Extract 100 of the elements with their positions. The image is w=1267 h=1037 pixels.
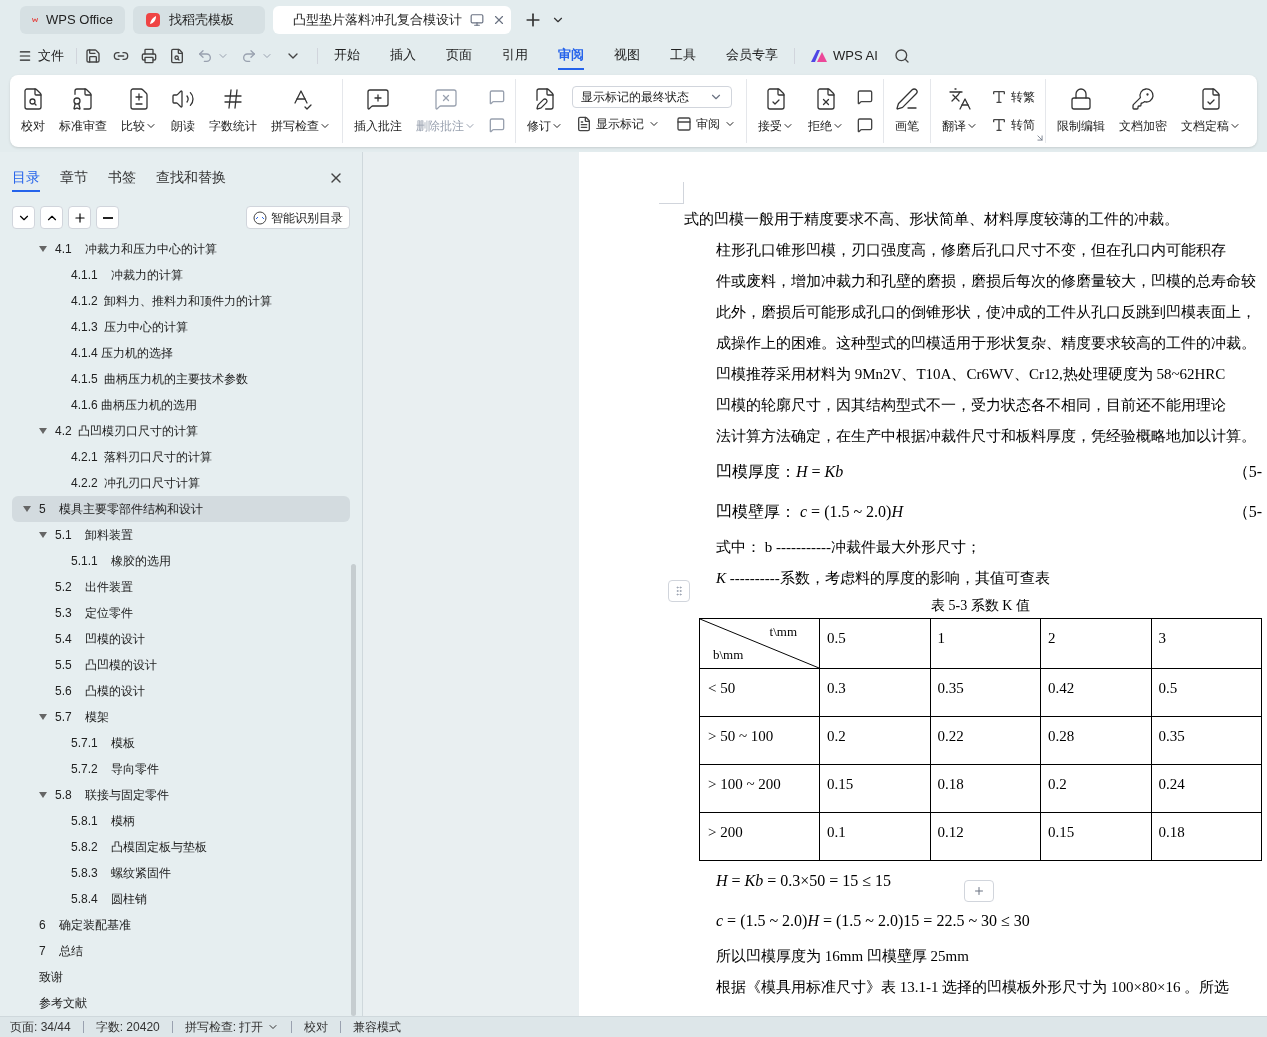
ribbon-button[interactable]: 朗读 [166, 87, 200, 135]
ribbon-tab[interactable]: 工具 [670, 42, 696, 70]
window-tab[interactable]: 找稻壳模板 [133, 6, 265, 34]
expanded-triangle-icon[interactable] [23, 505, 31, 513]
add-button[interactable] [68, 206, 91, 230]
table-cell: 0.24 [1151, 764, 1262, 813]
toc-item[interactable]: 5.5 凸凹模的设计 [12, 652, 350, 678]
save-icon[interactable] [85, 48, 101, 64]
ribbon-button[interactable]: 拒绝 [803, 87, 849, 135]
ribbon-tab[interactable]: 开始 [334, 42, 360, 70]
formula: 凹模厚度：H = Kb [716, 462, 844, 482]
paragraph: 凹模的轮廓尺寸，因其结构型式不一，受力状态各不相同，目前还不能用理论 法计算方法确定，在生产中根据冲裁件尺寸和板料厚度，凭经验概略地加以计算。 [715, 396, 1257, 446]
toc-item[interactable]: 4.2.1 落料刃口尺寸的计算 [12, 444, 350, 470]
file-menu[interactable]: 文件 [18, 46, 64, 66]
ribbon-tab[interactable]: 插入 [390, 42, 416, 70]
toc-item[interactable]: 4.1.6 曲柄压力机的选用 [12, 392, 350, 418]
status-item[interactable]: 校对 [304, 1018, 329, 1036]
toc-item[interactable]: 5 模具主要零部件结构和设计 [12, 496, 350, 522]
ribbon-button[interactable]: 转简 [987, 113, 1039, 137]
toc-item[interactable]: 4.1.3 压力中心的计算 [12, 314, 350, 340]
toc-item[interactable]: 6 确定装配基准 [12, 912, 350, 938]
toc-item[interactable]: 4.1 冲裁力和压力中心的计算 [12, 236, 350, 262]
panel-tab[interactable]: 书签 [108, 164, 136, 193]
monitor-icon[interactable] [470, 13, 484, 27]
toc-item[interactable]: 5.8.1 模柄 [12, 808, 350, 834]
ribbon-button[interactable]: 标准审查 [54, 87, 112, 135]
magnifier-document-icon [21, 87, 45, 111]
window-tab[interactable]: WPS Office [20, 6, 125, 34]
status-item[interactable]: 兼容模式 [353, 1018, 402, 1036]
panel-tab[interactable]: 目录 [12, 164, 40, 193]
window-tab[interactable]: 凸型垫片落料冲孔复合模设计 [273, 6, 511, 34]
toc-item[interactable]: 5.8.3 螺纹紧固件 [12, 860, 350, 886]
expanded-triangle-icon[interactable] [39, 531, 47, 539]
ribbon-tab[interactable]: 页面 [446, 42, 472, 70]
toc-item[interactable]: 5.8 联接与固定零件 [12, 782, 350, 808]
remove-button[interactable] [96, 206, 119, 230]
toc-item[interactable]: 5.6 凸模的设计 [12, 678, 350, 704]
toc-item[interactable]: 4.1.5 曲柄压力机的主要技术参数 [12, 366, 350, 392]
ribbon-tab[interactable]: 会员专享 [726, 42, 778, 70]
toc-item[interactable]: 4.1.4 压力机的选择 [12, 340, 350, 366]
tab-title: WPS Office [46, 11, 113, 30]
grip-icon [673, 585, 685, 597]
toc-item[interactable]: 7 总结 [12, 938, 350, 964]
toc-item[interactable]: 参考文献 [12, 990, 350, 1016]
smart-toc-button[interactable]: 智能识别目录 [246, 206, 350, 230]
ribbon-button[interactable]: 显示标记 [572, 112, 664, 136]
status-item[interactable]: 拼写检查: 打开 [184, 1018, 280, 1036]
ai-button[interactable]: WPS AI [811, 46, 878, 66]
table-handle[interactable] [668, 580, 690, 602]
ribbon-button[interactable]: 限制编辑 [1052, 87, 1110, 135]
markup-select[interactable]: 显示标记的最终状态 [572, 86, 732, 108]
pen-icon [895, 87, 919, 111]
ribbon-button[interactable]: 画笔 [890, 87, 924, 135]
ribbon-button[interactable]: 比较 [116, 87, 162, 135]
expanded-triangle-icon[interactable] [39, 791, 47, 799]
panel-tab[interactable]: 查找和替换 [156, 164, 226, 193]
toc-item[interactable]: 5.7.2 导向零件 [12, 756, 350, 782]
panel-tab[interactable]: 章节 [60, 164, 88, 193]
toc-item[interactable]: 5.1.1 橡胶的选用 [12, 548, 350, 574]
collapse-button[interactable] [12, 206, 35, 230]
status-item[interactable]: 页面: 34/44 [10, 1018, 71, 1036]
ribbon-button[interactable]: 修订 [522, 87, 568, 135]
ribbon-button[interactable]: 转繁 [987, 85, 1039, 109]
ribbon-button[interactable]: 文档加密 [1114, 87, 1172, 135]
toc-item[interactable]: 5.7.1 模板 [12, 730, 350, 756]
dialog-launcher-icon[interactable] [1035, 133, 1045, 143]
toc-item[interactable]: 5.3 定位零件 [12, 600, 350, 626]
ribbon-tab[interactable]: 引用 [502, 42, 528, 70]
ribbon-button[interactable]: 拼写检查 [266, 87, 336, 135]
status-item[interactable]: 字数: 20420 [95, 1018, 160, 1036]
toc-item[interactable]: 5.7 模架 [12, 704, 350, 730]
expanded-triangle-icon[interactable] [39, 427, 47, 435]
ribbon-button[interactable]: 校对 [16, 87, 50, 135]
toc-item[interactable]: 5.8.4 圆柱销 [12, 886, 350, 912]
ribbon-button[interactable]: 插入批注 [349, 87, 407, 135]
scrollbar-thumb[interactable] [351, 564, 356, 1016]
comment-icon [857, 89, 873, 105]
toc-item[interactable]: 5.8.2 凸模固定板与垫板 [12, 834, 350, 860]
toc-item[interactable]: 5.4 凹模的设计 [12, 626, 350, 652]
search-icon[interactable] [893, 48, 910, 64]
expand-button[interactable] [40, 206, 63, 230]
expanded-triangle-icon[interactable] [39, 713, 47, 721]
toc-item[interactable]: 4.1.1 冲裁力的计算 [12, 262, 350, 288]
ribbon-button[interactable]: 文档定稿 [1176, 87, 1246, 135]
print-preview-icon[interactable] [169, 48, 185, 64]
print-icon[interactable] [141, 48, 157, 64]
toc-item[interactable]: 致谢 [12, 964, 350, 990]
toc-item[interactable]: 5.1 卸料装置 [12, 522, 350, 548]
ribbon-tab[interactable]: 视图 [614, 42, 640, 70]
close-icon[interactable] [492, 13, 506, 27]
toc-item[interactable]: 4.1.2 卸料力、推料力和顶件力的计算 [12, 288, 350, 314]
ribbon-tab[interactable]: 审阅 [558, 42, 584, 70]
expanded-triangle-icon[interactable] [39, 245, 47, 253]
toc-item[interactable]: 4.2 凸凹模刃口尺寸的计算 [12, 418, 350, 444]
ribbon-button[interactable]: 字数统计 [204, 87, 262, 135]
toc-item[interactable]: 5.2 出件装置 [12, 574, 350, 600]
ribbon-button[interactable]: 审阅 [672, 112, 740, 136]
ribbon-button[interactable]: 接受 [753, 87, 799, 135]
ribbon-button[interactable]: 翻译 [937, 87, 983, 135]
toc-item[interactable]: 4.2.2 冲孔刃口尺寸计算 [12, 470, 350, 496]
